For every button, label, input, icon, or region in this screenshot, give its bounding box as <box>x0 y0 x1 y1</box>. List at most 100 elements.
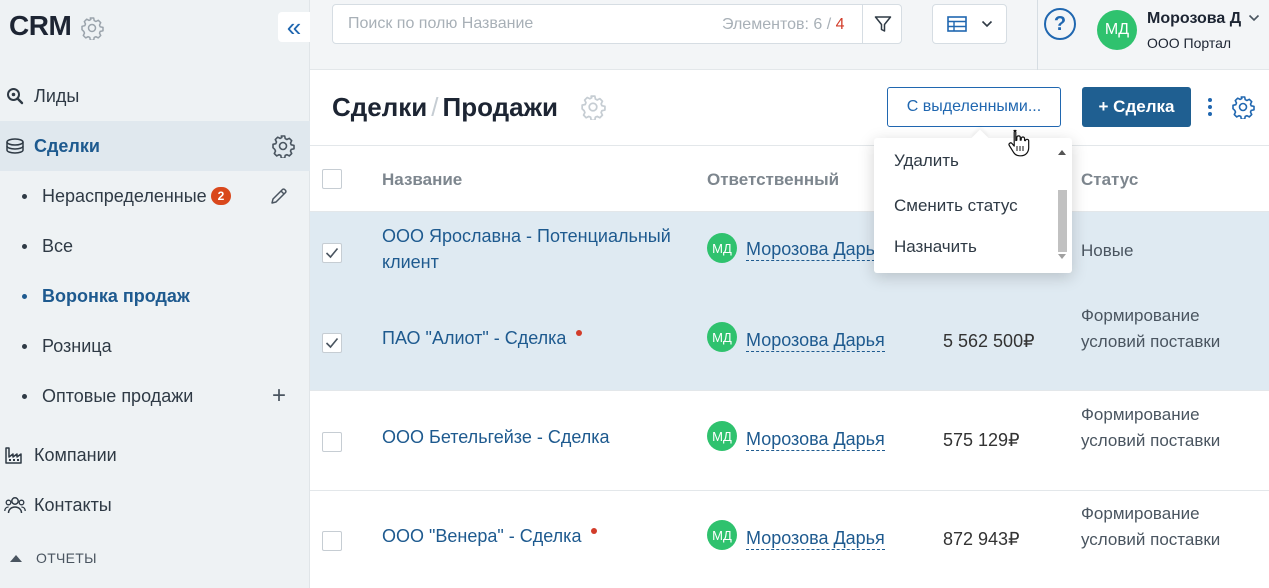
responsible-link[interactable]: Морозова Дарья <box>746 329 885 352</box>
row-checkbox[interactable] <box>322 333 342 353</box>
more-menu-icon[interactable] <box>1203 94 1217 120</box>
table-row[interactable]: ООО "Венера" - Сделка МД Морозова Дарья … <box>310 491 1269 588</box>
bullet-icon <box>22 243 27 249</box>
sidebar: CRM « Лиды Сделки Нераспределенные 2 Все <box>0 0 310 588</box>
sidebar-subitem-sales-funnel[interactable]: Воронка продаж <box>0 271 310 321</box>
row-checkbox[interactable] <box>322 432 342 452</box>
sidebar-item-leads[interactable]: Лиды <box>0 71 310 121</box>
search-input[interactable] <box>348 15 688 33</box>
factory-icon <box>4 444 26 466</box>
with-selected-button[interactable]: С выделенными... <box>887 87 1061 127</box>
elements-counter: Элементов: 6 / 4 <box>722 16 845 33</box>
deal-name-link[interactable]: ООО "Венера" - Сделка <box>382 523 682 549</box>
view-mode-button[interactable] <box>932 4 1007 44</box>
reports-label: ОТЧЕТЫ <box>36 550 97 566</box>
crm-logo: CRM <box>9 10 72 41</box>
sidebar-subitem-label: Розница <box>42 335 112 356</box>
deal-status: Новые <box>1081 241 1134 260</box>
table-row[interactable]: ООО Бетельгейзе - Сделка МД Морозова Дар… <box>310 392 1269 491</box>
bullet-icon <box>22 193 27 199</box>
sidebar-subitem-label: Воронка продаж <box>42 285 190 306</box>
sidebar-subitem-retail[interactable]: Розница <box>0 321 310 371</box>
filter-icon <box>874 16 891 32</box>
sidebar-subitem-wholesale[interactable]: Оптовые продажи + <box>0 371 310 421</box>
title-deals[interactable]: Сделки <box>332 92 427 122</box>
sidebar-item-label: Контакты <box>34 494 112 515</box>
sidebar-collapse-button[interactable]: « <box>278 12 310 42</box>
help-button[interactable]: ? <box>1044 8 1076 40</box>
deal-name-link[interactable]: ООО Бетельгейзе - Сделка <box>382 424 682 450</box>
scrollbar-thumb[interactable] <box>1058 190 1067 252</box>
checkmark-icon <box>325 247 339 259</box>
bullet-icon <box>22 393 27 399</box>
responsible-avatar: МД <box>707 322 737 352</box>
user-name[interactable]: Морозова Д <box>1147 10 1241 28</box>
sidebar-item-deals[interactable]: Сделки <box>0 121 310 171</box>
reports-section-toggle[interactable]: ОТЧЕТЫ <box>8 550 97 566</box>
deal-sum: 575 129₽ <box>943 430 1020 450</box>
row-checkbox[interactable] <box>322 243 342 263</box>
menu-item-assign[interactable]: Назначить <box>894 237 977 257</box>
search-box: Элементов: 6 / 4 <box>332 4 902 44</box>
menu-item-delete[interactable]: Удалить <box>894 151 959 171</box>
user-menu-chevron-icon[interactable] <box>1248 10 1260 25</box>
sidebar-subitem-label: Все <box>42 235 74 256</box>
people-icon <box>4 494 26 516</box>
deals-settings-gear-icon[interactable] <box>270 133 296 159</box>
list-settings-gear-icon[interactable] <box>1231 95 1255 120</box>
page-title: Сделки / Продажи <box>332 92 558 123</box>
selected-count: 4 <box>835 16 845 33</box>
new-activity-dot <box>576 330 583 336</box>
sidebar-item-contacts[interactable]: Контакты <box>0 480 310 530</box>
hand-cursor-icon <box>1008 129 1030 157</box>
column-header-status[interactable]: Статус <box>1081 170 1138 190</box>
add-pipeline-plus-icon[interactable]: + <box>266 382 292 409</box>
responsible-link[interactable]: Морозова Дарья <box>746 527 885 550</box>
page-header: Сделки / Продажи С выделенными... + Сделка <box>310 70 1269 146</box>
column-header-responsible[interactable]: Ответственный <box>707 170 839 190</box>
table-row[interactable]: ПАО "Алиот" - Сделка МД Морозова Дарья 5… <box>310 292 1269 391</box>
user-avatar[interactable]: МД <box>1097 10 1137 50</box>
coins-icon <box>4 135 26 157</box>
table-header: Название Ответственный Статус <box>310 146 1269 212</box>
deal-name-link[interactable]: ООО Ярославна - Потенциальный клиент <box>382 223 682 275</box>
count-badge: 2 <box>211 187 231 205</box>
deal-status: Формирование условий поставки <box>1081 306 1221 351</box>
crm-settings-gear-icon[interactable] <box>80 16 104 41</box>
deal-sum: 872 943₽ <box>943 529 1020 549</box>
search-icon <box>4 85 26 107</box>
pipeline-settings-gear-icon[interactable] <box>580 94 606 122</box>
title-pipeline: Продажи <box>442 92 559 122</box>
bullet-icon <box>22 343 27 349</box>
bullet-icon <box>22 293 27 299</box>
sidebar-subitem-label: Оптовые продажи <box>42 385 194 406</box>
add-deal-button[interactable]: + Сделка <box>1082 87 1191 127</box>
responsible-link[interactable]: Морозова Дарья <box>746 238 885 261</box>
sidebar-header: CRM « <box>0 0 310 54</box>
deal-sum: 5 562 500₽ <box>943 331 1035 351</box>
responsible-link[interactable]: Морозова Дарья <box>746 428 885 451</box>
scroll-down-arrow-icon[interactable] <box>1058 254 1066 259</box>
responsible-avatar: МД <box>707 520 737 550</box>
deal-status: Формирование условий поставки <box>1081 504 1221 549</box>
user-organization: ООО Портал <box>1147 35 1232 51</box>
sidebar-subitem-unassigned[interactable]: Нераспределенные 2 <box>0 171 310 221</box>
responsible-avatar: МД <box>707 421 737 451</box>
top-bar: Элементов: 6 / 4 ? МД Морозова Д ООО Пор… <box>310 0 1269 70</box>
chevron-down-icon <box>981 20 992 28</box>
row-checkbox[interactable] <box>322 531 342 551</box>
menu-item-change-status[interactable]: Сменить статус <box>894 196 1018 216</box>
deal-name-link[interactable]: ПАО "Алиот" - Сделка <box>382 325 682 351</box>
pencil-icon[interactable] <box>266 183 292 209</box>
sidebar-subitem-label: Нераспределенные <box>42 185 207 206</box>
sidebar-item-label: Сделки <box>34 135 100 156</box>
triangle-up-icon <box>10 554 22 562</box>
dropdown-scrollbar[interactable] <box>1057 148 1067 264</box>
sidebar-subitem-all[interactable]: Все <box>0 221 310 271</box>
sidebar-item-companies[interactable]: Компании <box>0 430 310 480</box>
select-all-checkbox[interactable] <box>322 169 342 189</box>
column-header-name[interactable]: Название <box>382 170 462 190</box>
filter-button[interactable] <box>862 5 902 43</box>
scroll-up-arrow-icon[interactable] <box>1058 150 1066 155</box>
sidebar-item-label: Компании <box>34 444 117 465</box>
